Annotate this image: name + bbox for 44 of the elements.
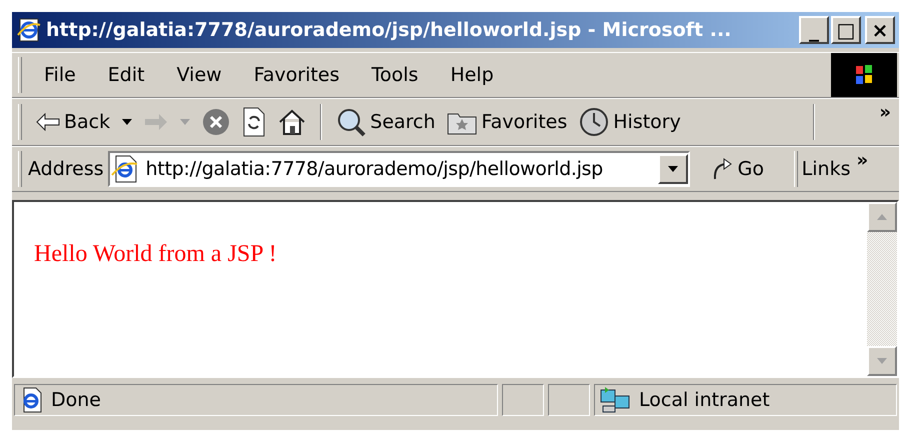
minimize-button[interactable]: _ — [799, 16, 829, 44]
vertical-scrollbar[interactable] — [867, 202, 897, 376]
clock-icon — [579, 107, 610, 137]
status-panel — [502, 384, 544, 416]
menu-item[interactable]: Help — [438, 60, 506, 90]
search-icon — [336, 107, 366, 137]
menu-item[interactable]: View — [164, 60, 234, 90]
window-title: http://galatia:7778/aurorademo/jsp/helloworld.jsp - Microsoft ... — [46, 18, 732, 43]
down-arrow-icon — [877, 358, 887, 364]
page-icon — [110, 155, 140, 183]
links-button[interactable]: Links — [802, 154, 850, 184]
links-overflow-chevron[interactable]: » — [856, 147, 868, 174]
menu-item[interactable]: Tools — [360, 60, 430, 90]
go-button[interactable]: Go — [710, 154, 784, 184]
home-icon — [278, 108, 306, 136]
close-button[interactable]: × — [865, 16, 895, 44]
menu-item[interactable]: Edit — [96, 60, 157, 90]
favorites-button[interactable]: Favorites — [443, 102, 572, 142]
up-arrow-icon — [877, 214, 887, 220]
scroll-up-button[interactable] — [867, 202, 897, 232]
network-icon — [599, 386, 631, 414]
menu-item[interactable]: Favorites — [242, 60, 352, 90]
search-button[interactable]: Search — [332, 102, 440, 142]
refresh-icon — [242, 107, 266, 137]
dropdown-button[interactable] — [658, 154, 688, 184]
browser-logo-icon — [16, 17, 42, 43]
history-button[interactable]: History — [575, 102, 685, 142]
back-button[interactable]: Back — [32, 102, 114, 142]
maximize-button[interactable]: □ — [831, 16, 861, 44]
stop-icon — [202, 108, 230, 136]
windows-logo-icon — [831, 53, 897, 97]
page-text: Hello World from a JSP ! — [34, 241, 277, 267]
address-field[interactable]: http://galatia:7778/aurorademo/jsp/helloworld.jsp — [108, 151, 690, 187]
toolbar-overflow-chevron[interactable]: » — [819, 99, 899, 126]
zone-panel: Local intranet — [594, 384, 897, 416]
menu-item[interactable]: File — [32, 60, 88, 90]
forward-arrow-icon — [144, 113, 168, 131]
status-panel — [548, 384, 590, 416]
scroll-down-button[interactable] — [867, 346, 897, 376]
address-label: Address — [28, 156, 104, 182]
back-arrow-icon — [36, 113, 60, 131]
caret-icon[interactable] — [122, 119, 132, 125]
caret-icon — [668, 166, 678, 172]
status-text-panel: Done — [14, 384, 498, 416]
